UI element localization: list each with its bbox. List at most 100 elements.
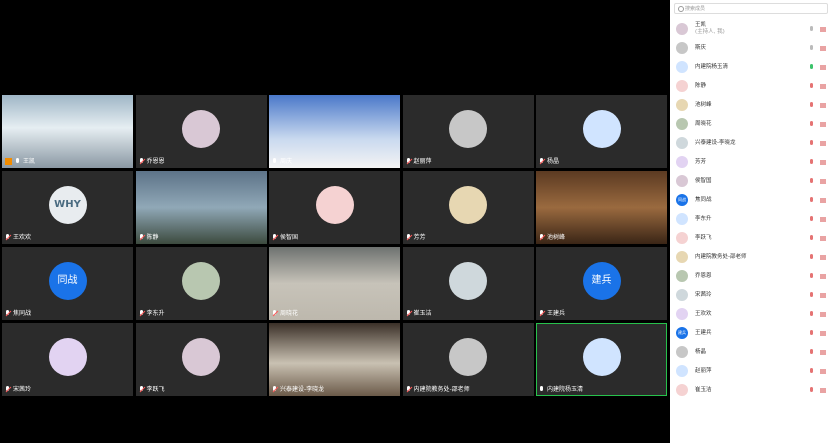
camera-off-icon[interactable]: [820, 254, 826, 260]
camera-off-icon[interactable]: [820, 311, 826, 317]
member-row[interactable]: 李跃飞: [676, 230, 826, 246]
mic-muted-icon[interactable]: [809, 310, 814, 318]
participant-tile[interactable]: 赵丽萍: [402, 95, 534, 168]
avatar: [449, 261, 487, 300]
participant-tile[interactable]: 建兵 王建兵: [536, 247, 667, 320]
member-row[interactable]: 侯智国: [676, 173, 826, 189]
participant-tile[interactable]: 杨晶: [536, 95, 667, 168]
avatar: [582, 337, 621, 376]
participant-name-label: 侯智国: [272, 233, 298, 242]
member-name: 内建院教务处-邵老师: [695, 253, 747, 260]
participant-tile[interactable]: 芳芳: [402, 171, 534, 244]
mic-muted-icon: [406, 157, 412, 166]
mic-muted-icon[interactable]: [809, 215, 814, 223]
camera-off-icon[interactable]: [820, 235, 826, 241]
camera-off-icon[interactable]: [820, 83, 826, 89]
mic-muted-icon: [406, 309, 412, 318]
member-row[interactable]: 内建院杨玉清: [676, 59, 826, 75]
camera-off-icon[interactable]: [820, 349, 826, 355]
camera-off-icon[interactable]: [820, 330, 826, 336]
participant-tile[interactable]: 李跃飞: [135, 323, 267, 396]
mic-muted-icon[interactable]: [809, 234, 814, 242]
participant-tile[interactable]: 同战 焦同战: [2, 247, 133, 320]
member-name: 乔恩恩: [695, 272, 712, 279]
member-avatar: [676, 80, 688, 92]
member-row[interactable]: 赵丽萍: [676, 363, 826, 379]
mic-muted-icon[interactable]: [809, 367, 814, 375]
participant-tile[interactable]: 崔玉洁: [402, 247, 534, 320]
mic-muted-icon[interactable]: [809, 158, 814, 166]
member-avatar: [676, 137, 688, 149]
mic-muted-icon[interactable]: [809, 272, 814, 280]
member-row[interactable]: 崔玉洁: [676, 382, 826, 398]
participant-name-label: 内建院杨玉清: [539, 385, 583, 394]
participant-tile[interactable]: 陈静: [135, 171, 267, 244]
camera-off-icon[interactable]: [820, 368, 826, 374]
camera-off-icon[interactable]: [820, 197, 826, 203]
mic-muted-icon[interactable]: [809, 196, 814, 204]
member-name: 李跃飞: [695, 234, 712, 241]
member-row[interactable]: 周晓花: [676, 116, 826, 132]
member-row[interactable]: 芳芳: [676, 154, 826, 170]
participant-name-label: 内建院教务处-邵老师: [406, 385, 470, 394]
member-row[interactable]: 宋茜玲: [676, 287, 826, 303]
search-input[interactable]: 搜索成员: [674, 3, 828, 14]
member-row[interactable]: 陈静: [676, 78, 826, 94]
participant-tile[interactable]: 侯智国: [269, 171, 400, 244]
mic-muted-icon[interactable]: [809, 253, 814, 261]
member-row[interactable]: 乔恩恩: [676, 268, 826, 284]
camera-off-icon[interactable]: [820, 178, 826, 184]
mic-muted-icon[interactable]: [809, 101, 814, 109]
camera-off-icon[interactable]: [820, 216, 826, 222]
member-name: 侯智国: [695, 177, 712, 184]
mic-muted-icon[interactable]: [809, 329, 814, 337]
member-row[interactable]: 杨晶: [676, 344, 826, 360]
camera-off-icon[interactable]: [820, 64, 826, 70]
participant-tile[interactable]: 池树峰: [536, 171, 667, 244]
camera-off-icon[interactable]: [820, 140, 826, 146]
mic-muted-icon[interactable]: [809, 291, 814, 299]
mic-icon[interactable]: [809, 44, 814, 52]
member-row[interactable]: 池树峰: [676, 97, 826, 113]
participant-tile[interactable]: 周晓花: [269, 247, 400, 320]
mic-muted-icon[interactable]: [809, 386, 814, 394]
participant-tile[interactable]: 王凯: [2, 95, 133, 168]
avatar: [182, 261, 220, 300]
participant-tile[interactable]: 兴泰建设-李晓龙: [269, 323, 400, 396]
camera-off-icon[interactable]: [820, 26, 826, 32]
mic-muted-icon[interactable]: [809, 120, 814, 128]
participant-name-label: 杨晶: [539, 157, 559, 166]
camera-off-icon[interactable]: [820, 102, 826, 108]
mic-icon[interactable]: [809, 63, 814, 71]
member-row[interactable]: 同战 焦同战: [676, 192, 826, 208]
member-row[interactable]: 李东升: [676, 211, 826, 227]
camera-off-icon[interactable]: [820, 387, 826, 393]
member-row[interactable]: 王欢欢: [676, 306, 826, 322]
mic-muted-icon: [539, 157, 545, 166]
member-name: 王欢欢: [695, 310, 712, 317]
participant-tile[interactable]: 宋茜玲: [2, 323, 133, 396]
participant-tile[interactable]: WHY 王欢欢: [2, 171, 133, 244]
camera-off-icon[interactable]: [820, 292, 826, 298]
member-row[interactable]: 内建院教务处-邵老师: [676, 249, 826, 265]
member-row[interactable]: 兴泰建设-李晓龙: [676, 135, 826, 151]
participant-name-label: 芳芳: [406, 233, 426, 242]
participant-tile[interactable]: 周庆: [269, 95, 400, 168]
camera-off-icon[interactable]: [820, 45, 826, 51]
member-row[interactable]: 建兵 王建兵: [676, 325, 826, 341]
mic-muted-icon[interactable]: [809, 82, 814, 90]
participant-tile[interactable]: 内建院杨玉清: [536, 323, 667, 396]
participant-tile[interactable]: 内建院教务处-邵老师: [402, 323, 534, 396]
member-row[interactable]: 王凯 (主持人, 我): [676, 21, 826, 37]
participant-tile[interactable]: 李东升: [135, 247, 267, 320]
camera-off-icon[interactable]: [820, 273, 826, 279]
member-row[interactable]: 斯庆: [676, 40, 826, 56]
mic-muted-icon[interactable]: [809, 139, 814, 147]
participant-tile[interactable]: 乔恩恩: [135, 95, 267, 168]
camera-off-icon[interactable]: [820, 121, 826, 127]
camera-off-icon[interactable]: [820, 159, 826, 165]
mic-icon[interactable]: [809, 25, 814, 33]
member-avatar: [676, 384, 688, 396]
mic-muted-icon[interactable]: [809, 177, 814, 185]
mic-muted-icon[interactable]: [809, 348, 814, 356]
